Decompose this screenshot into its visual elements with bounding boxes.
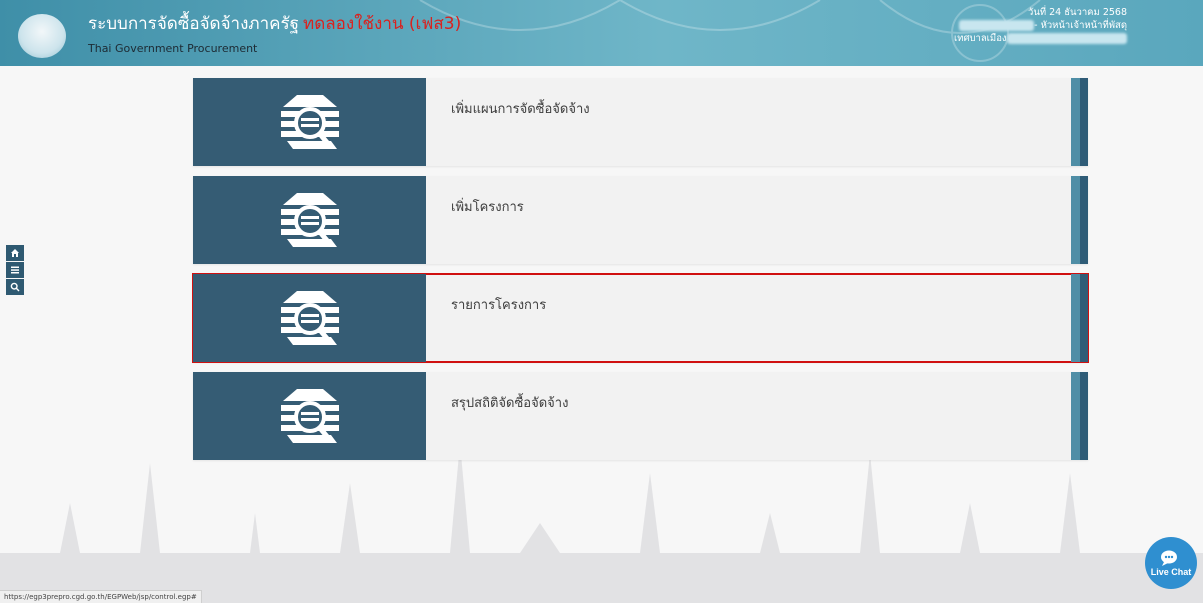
- procurement-list-icon: [280, 95, 339, 149]
- home-icon: [11, 249, 19, 257]
- card-icon-box: [193, 176, 426, 264]
- menu-card-procurement-statistics[interactable]: สรุปสถิติจัดซื้อจัดจ้าง: [193, 372, 1088, 460]
- menu-button[interactable]: [6, 262, 24, 278]
- top-header: ระบบการจัดซื้อจัดจ้างภาครัฐ ทดลองใช้งาน (…: [0, 0, 1203, 66]
- user-info: วันที่ 24 ธันวาคม 2568 xxxxxxxxxxxx- หัว…: [954, 6, 1127, 45]
- card-side-bar: [1071, 176, 1088, 264]
- live-chat-label: Live Chat: [1150, 567, 1192, 577]
- home-button[interactable]: [6, 245, 24, 261]
- procurement-list-icon: [280, 291, 339, 345]
- card-label: เพิ่มโครงการ: [451, 200, 524, 215]
- card-icon-box: [193, 78, 426, 166]
- chat-bubble-icon: [1161, 550, 1177, 566]
- org-prefix: เทศบาลเมือง: [953, 33, 1007, 44]
- org-name-redacted: xxxxxxxxxxxxxxxxxxxx: [1006, 33, 1127, 44]
- card-side-bar: [1071, 78, 1088, 166]
- search-icon: [10, 282, 20, 292]
- user-role-line: xxxxxxxxxxxx- หัวหน้าเจ้าหน้าที่พัสดุ: [954, 19, 1127, 32]
- card-icon-box: [193, 274, 426, 362]
- app-subtitle: Thai Government Procurement: [88, 42, 258, 55]
- menu-card-add-project[interactable]: เพิ่มโครงการ: [193, 176, 1088, 264]
- test-badge: ทดลองใช้งาน (เฟส3): [303, 14, 462, 34]
- procurement-list-icon: [280, 389, 339, 443]
- menu-icon: [11, 266, 19, 274]
- card-icon-box: [193, 372, 426, 460]
- procurement-list-icon: [280, 193, 339, 247]
- live-chat-button[interactable]: Live Chat: [1145, 537, 1197, 589]
- left-toolbar: [6, 245, 24, 296]
- card-side-bar: [1071, 274, 1088, 362]
- menu-card-add-procurement-plan[interactable]: เพิ่มแผนการจัดซื้อจัดจ้าง: [193, 78, 1088, 166]
- card-label: สรุปสถิติจัดซื้อจัดจ้าง: [451, 396, 569, 411]
- card-side-bar: [1071, 372, 1088, 460]
- menu-card-project-list[interactable]: รายการโครงการ: [192, 273, 1089, 363]
- org-line: เทศบาลเมืองxxxxxxxxxxxxxxxxxxxx: [954, 32, 1127, 45]
- app-title: ระบบการจัดซื้อจัดจ้างภาครัฐ: [88, 14, 300, 34]
- user-name-redacted: xxxxxxxxxxxx: [958, 20, 1035, 31]
- thai-government-logo[interactable]: [18, 14, 66, 58]
- page-title: ระบบการจัดซื้อจัดจ้างภาครัฐ ทดลองใช้งาน (…: [88, 10, 461, 37]
- user-role: - หัวหน้าเจ้าหน้าที่พัสดุ: [1034, 20, 1127, 31]
- card-label: เพิ่มแผนการจัดซื้อจัดจ้าง: [451, 102, 590, 117]
- browser-status-url: https://egp3prepro.cgd.go.th/EGPWeb/jsp/…: [0, 590, 202, 603]
- card-label: รายการโครงการ: [451, 298, 547, 313]
- current-date: วันที่ 24 ธันวาคม 2568: [1028, 7, 1127, 18]
- search-button[interactable]: [6, 279, 24, 295]
